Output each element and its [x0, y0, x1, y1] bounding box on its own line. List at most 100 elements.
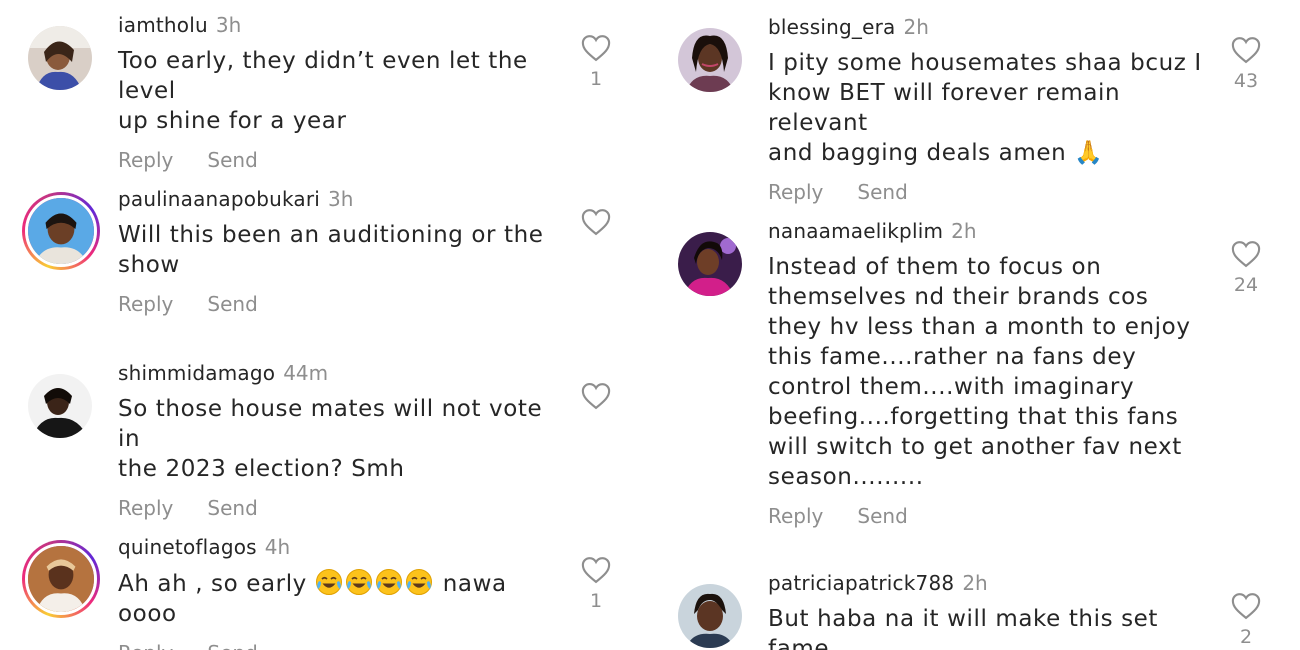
comment-username[interactable]: blessing_era [768, 15, 896, 39]
avatar-image-icon [28, 374, 92, 438]
avatar[interactable] [678, 232, 742, 296]
comment-meta: paulinaanapobukari 3h [118, 188, 563, 210]
avatar[interactable] [28, 26, 92, 90]
comment-meta: iamtholu 3h [118, 14, 563, 36]
heart-outline-icon[interactable] [581, 382, 611, 410]
comment-actions: Reply Send [768, 504, 1213, 528]
comment-text: Instead of them to focus on themselves n… [768, 254, 1191, 490]
face-with-tears-of-joy-emoji [315, 569, 342, 595]
comment-meta: blessing_era 2h [768, 16, 1213, 38]
avatar-image-icon [678, 28, 742, 92]
like-area [576, 208, 616, 242]
avatar[interactable] [28, 374, 92, 438]
heart-outline-icon[interactable] [1231, 36, 1261, 64]
heart-outline-icon[interactable] [581, 556, 611, 584]
like-count: 43 [1233, 70, 1259, 92]
comment-body: iamtholu 3h Too early, they didn’t even l… [118, 14, 563, 172]
comment-actions: Reply Send [118, 148, 563, 172]
comment-time: 4h [264, 535, 291, 559]
like-count: 1 [589, 590, 603, 612]
like-area: 1 [576, 556, 616, 612]
avatar-story-ring[interactable] [22, 540, 100, 618]
send-button[interactable]: Send [207, 148, 257, 172]
comment-username[interactable]: quinetoflagos [118, 535, 257, 559]
comments-screen: iamtholu 3h Too early, they didn’t even l… [0, 0, 1300, 650]
comment-time: 44m [283, 361, 329, 385]
like-area: 1 [576, 34, 616, 90]
like-area: 24 [1226, 240, 1266, 296]
comment-time: 2h [951, 219, 977, 243]
send-button[interactable]: Send [857, 180, 907, 204]
comment-text: I pity some housemates shaa bcuz I know … [768, 50, 1202, 166]
face-with-tears-of-joy-emoji [375, 569, 402, 595]
comment-actions: Reply Send [118, 292, 563, 316]
reply-button[interactable]: Reply [118, 292, 173, 316]
comment-username[interactable]: iamtholu [118, 13, 208, 37]
comment-text-start: Ah ah , so early [118, 571, 315, 597]
comment-time: 3h [328, 187, 354, 211]
face-with-tears-of-joy-emoji [345, 569, 372, 595]
emoji-group [315, 569, 435, 597]
avatar-photo [25, 543, 97, 615]
comment-body: paulinaanapobukari 3h Will this been an a… [118, 188, 563, 316]
avatar-photo [678, 584, 742, 648]
like-count: 2 [1239, 626, 1253, 648]
send-button[interactable]: Send [857, 504, 907, 528]
comment-body: nanaamaelikplim 2h Instead of them to foc… [768, 220, 1213, 528]
avatar-photo [678, 232, 742, 296]
send-button[interactable]: Send [207, 292, 257, 316]
avatar-image-icon [28, 198, 94, 264]
avatar-image-icon [28, 26, 92, 90]
avatar-image-icon [678, 584, 742, 648]
reply-button[interactable]: Reply [118, 641, 173, 650]
comment-actions: Reply Send [118, 641, 563, 650]
heart-outline-icon[interactable] [1231, 240, 1261, 268]
comment-actions: Reply Send [118, 496, 563, 520]
comment-body: quinetoflagos 4h Ah ah , so early nawa oo… [118, 536, 563, 650]
comment-meta: quinetoflagos 4h [118, 536, 563, 558]
comment-time: 2h [903, 15, 929, 39]
comment-text: So those house mates will not vote in th… [118, 396, 543, 482]
comment-username[interactable]: shimmidamago [118, 361, 275, 385]
reply-button[interactable]: Reply [768, 504, 823, 528]
comment-text: Too early, they didn’t even let the leve… [118, 48, 528, 134]
comment-time: 3h [215, 13, 242, 37]
reply-button[interactable]: Reply [118, 496, 173, 520]
avatar-story-ring[interactable] [22, 192, 100, 270]
send-button[interactable]: Send [207, 496, 257, 520]
like-area: 2 [1226, 592, 1266, 648]
comment-text: Ah ah , so early nawa oooo [118, 568, 563, 629]
avatar-photo [25, 195, 97, 267]
comment-time: 2h [962, 571, 988, 595]
avatar-photo [28, 26, 92, 90]
comment-body: patriciapatrick788 2h But haba na it will… [768, 572, 1213, 650]
comment-meta: patriciapatrick788 2h [768, 572, 1213, 594]
comment-actions: Reply Send [768, 180, 1213, 204]
face-with-tears-of-joy-emoji [405, 569, 432, 595]
send-button[interactable]: Send [207, 641, 257, 650]
heart-outline-icon[interactable] [581, 208, 611, 236]
avatar[interactable] [678, 584, 742, 648]
avatar-photo [678, 28, 742, 92]
avatar-image-icon [678, 232, 742, 296]
like-count: 1 [589, 68, 603, 90]
like-area [576, 382, 616, 416]
comment-username[interactable]: nanaamaelikplim [768, 219, 943, 243]
avatar-image-icon [28, 546, 94, 612]
like-area: 43 [1226, 36, 1266, 92]
comment-meta: shimmidamago 44m [118, 362, 563, 384]
reply-button[interactable]: Reply [768, 180, 823, 204]
like-count: 24 [1233, 274, 1259, 296]
comment-text: But haba na it will make this set fame [768, 606, 1159, 650]
reply-button[interactable]: Reply [118, 148, 173, 172]
comment-username[interactable]: paulinaanapobukari [118, 187, 320, 211]
comment-text: Will this been an auditioning or the sho… [118, 222, 544, 278]
heart-outline-icon[interactable] [581, 34, 611, 62]
avatar[interactable] [678, 28, 742, 92]
comment-body: blessing_era 2h I pity some housemates sh… [768, 16, 1213, 204]
comment-meta: nanaamaelikplim 2h [768, 220, 1213, 242]
comment-username[interactable]: patriciapatrick788 [768, 571, 954, 595]
avatar-photo [28, 374, 92, 438]
comment-body: shimmidamago 44m So those house mates wil… [118, 362, 563, 520]
heart-outline-icon[interactable] [1231, 592, 1261, 620]
